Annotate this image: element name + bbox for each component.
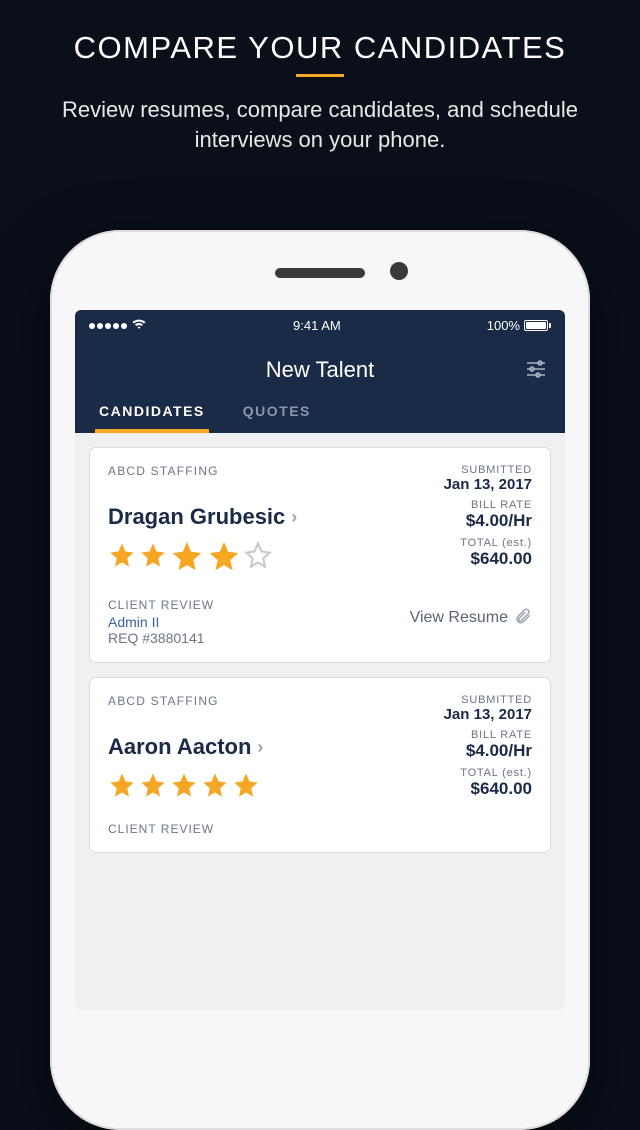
battery-icon: [524, 320, 551, 331]
tab-quotes[interactable]: QUOTES: [239, 403, 315, 433]
submitted-label: SUBMITTED: [444, 694, 532, 706]
filter-icon[interactable]: [525, 359, 547, 384]
hero-underline: [296, 74, 344, 77]
agency-label: ABCD STAFFING: [108, 464, 410, 493]
star-icon: [232, 771, 260, 804]
candidate-card[interactable]: ABCD STAFFING SUBMITTED Jan 13, 2017 Aar…: [89, 677, 551, 853]
star-icon: [170, 541, 204, 580]
phone-frame: 9:41 AM 100% New Talent: [50, 230, 590, 1130]
chevron-right-icon: ›: [257, 737, 263, 758]
rating-stars[interactable]: [108, 541, 410, 580]
status-label: CLIENT REVIEW: [108, 822, 444, 836]
hero-section: COMPARE YOUR CANDIDATES Review resumes, …: [0, 0, 640, 174]
tab-bar: CANDIDATES QUOTES: [75, 403, 565, 433]
agency-label: ABCD STAFFING: [108, 694, 444, 723]
billrate-label: BILL RATE: [410, 499, 532, 511]
bill-rate: $4.00/Hr: [444, 741, 532, 761]
star-icon: [207, 541, 241, 580]
hero-title: COMPARE YOUR CANDIDATES: [40, 30, 600, 66]
bill-rate: $4.00/Hr: [410, 511, 532, 531]
page-title: New Talent: [75, 357, 565, 383]
submitted-date: Jan 13, 2017: [410, 476, 532, 493]
card-list: ABCD STAFFING SUBMITTED Jan 13, 2017 Dra…: [75, 433, 565, 1010]
status-time: 9:41 AM: [293, 318, 341, 333]
total-label: TOTAL (est.): [410, 537, 532, 549]
star-icon: [108, 541, 136, 580]
view-resume-link[interactable]: View Resume: [410, 590, 532, 646]
star-icon: [170, 771, 198, 804]
total-label: TOTAL (est.): [444, 767, 532, 779]
chevron-right-icon: ›: [291, 507, 297, 528]
rating-stars[interactable]: [108, 771, 444, 804]
status-label: CLIENT REVIEW: [108, 598, 410, 612]
nav-bar: New Talent CANDIDATES QUOTES: [75, 341, 565, 433]
star-icon: [139, 771, 167, 804]
candidate-name[interactable]: Aaron Aacton ›: [108, 733, 444, 761]
tab-candidates[interactable]: CANDIDATES: [95, 403, 209, 433]
total-value: $640.00: [444, 779, 532, 799]
submitted-label: SUBMITTED: [410, 464, 532, 476]
star-icon: [108, 771, 136, 804]
status-bar: 9:41 AM 100%: [75, 310, 565, 341]
attachment-icon: [514, 607, 532, 630]
signal-icon: [89, 323, 127, 329]
total-value: $640.00: [410, 549, 532, 569]
star-icon: [139, 541, 167, 580]
star-icon: [244, 541, 272, 580]
req-label: REQ #3880141: [108, 630, 410, 646]
billrate-label: BILL RATE: [444, 729, 532, 741]
role-label: Admin II: [108, 614, 410, 630]
hero-subtitle: Review resumes, compare candidates, and …: [40, 95, 600, 154]
wifi-icon: [131, 318, 147, 333]
candidate-name[interactable]: Dragan Grubesic ›: [108, 503, 410, 531]
submitted-date: Jan 13, 2017: [444, 706, 532, 723]
battery-percent: 100%: [487, 318, 520, 333]
phone-screen: 9:41 AM 100% New Talent: [75, 310, 565, 1010]
candidate-card[interactable]: ABCD STAFFING SUBMITTED Jan 13, 2017 Dra…: [89, 447, 551, 663]
star-icon: [201, 771, 229, 804]
